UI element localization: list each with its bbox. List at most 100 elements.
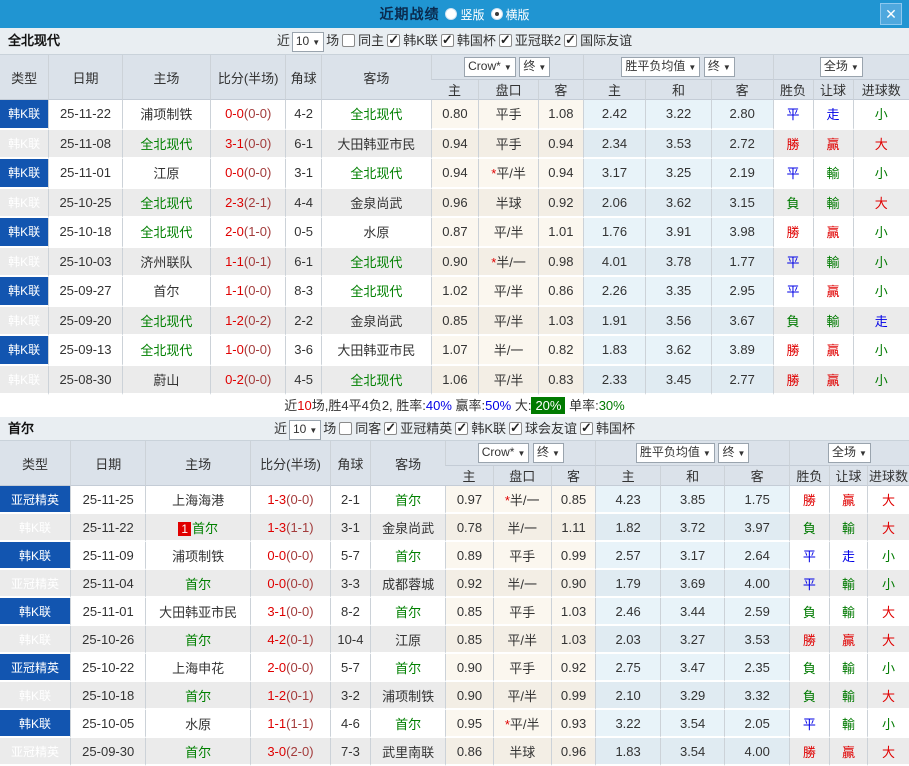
crow-subheader: 客 bbox=[538, 80, 583, 100]
fulltime-score: 1-0 bbox=[225, 342, 244, 358]
avg-home-odds-cell: 2.33 bbox=[582, 365, 646, 395]
bookmaker-select[interactable]: Crow* ▼ bbox=[464, 57, 516, 77]
away-team-cell: 江原 bbox=[369, 626, 446, 654]
score-cell: 0-0(0-0) bbox=[249, 542, 330, 570]
summary-segment: 赢率: bbox=[451, 398, 486, 413]
layout-horizontal-option[interactable]: 横版 bbox=[490, 6, 530, 23]
league-checkbox[interactable] bbox=[384, 420, 398, 436]
crow-home-odds-cell: 0.85 bbox=[430, 306, 479, 336]
league-checkbox[interactable] bbox=[440, 32, 454, 48]
league-type-cell: 韩K联 bbox=[0, 365, 49, 395]
league-checkbox[interactable] bbox=[455, 420, 469, 436]
bookmaker-select[interactable]: Crow* ▼ bbox=[477, 443, 530, 463]
league-label: 韩K联 bbox=[471, 421, 506, 436]
crow-subheader: 主 bbox=[445, 466, 493, 486]
same-venue-checkbox[interactable] bbox=[342, 34, 356, 47]
fulltime-select[interactable]: 全场 ▼ bbox=[827, 443, 871, 463]
filter-bar: 近 10 ▼ 场同客 亚冠精英 韩K联 球会友谊 韩国杯 bbox=[0, 417, 909, 440]
league-type-cell: 韩K联 bbox=[0, 682, 70, 710]
corners-cell: 7-3 bbox=[329, 738, 370, 766]
crow-away-odds-cell: 0.83 bbox=[538, 365, 583, 395]
handicap-cell: 平手 bbox=[492, 598, 551, 626]
odds-time-select-2[interactable]: 终 ▼ bbox=[703, 57, 735, 77]
date-cell: 25-09-30 bbox=[69, 738, 146, 766]
halftime-score: (0-1) bbox=[243, 253, 272, 269]
crow-away-odds-cell: 0.96 bbox=[550, 738, 596, 766]
avg-away-odds-cell: 3.53 bbox=[724, 626, 789, 654]
odds-time-select[interactable]: 终 ▼ bbox=[519, 57, 551, 77]
handicap-text: 半球 bbox=[509, 744, 536, 760]
handicap-cell: 平手 bbox=[492, 654, 551, 682]
crow-home-odds-cell: 0.85 bbox=[445, 598, 493, 626]
handicap-text: 半/一 bbox=[507, 520, 538, 536]
score-cell: 2-0(1-0) bbox=[209, 218, 286, 248]
sections-container: 全北现代近 10 ▼ 场同主 韩K联 韩国杯 亚冠联2 国际友谊 类型 日期 主场 比分(半场) 角球客… bbox=[0, 28, 909, 766]
vertical-layout-label: 竖版 bbox=[460, 7, 485, 22]
halftime-score: (0-0) bbox=[286, 603, 314, 619]
odds-time-select[interactable]: 终 ▼ bbox=[532, 443, 564, 463]
odds-time-select-2[interactable]: 终 ▼ bbox=[718, 443, 750, 463]
match-row: 亚冠精英 25-11-04 首尔 0-0(0-0) 3-3 成都蓉城 0.92 半/一 0.90… bbox=[0, 570, 909, 598]
league-type-cell: 韩K联 bbox=[0, 514, 70, 542]
wdl-average-select[interactable]: 胜平负均值 ▼ bbox=[621, 57, 701, 77]
games-count-select[interactable]: 10 ▼ bbox=[291, 32, 325, 52]
topbar: 近期战绩 竖版 横版 ✕ bbox=[0, 0, 909, 28]
crow-away-odds-cell: 1.03 bbox=[538, 306, 583, 336]
crow-away-odds-cell: 1.08 bbox=[538, 100, 583, 130]
handicap-cell: 平/半 bbox=[478, 306, 539, 336]
away-team-name: 江原 bbox=[395, 632, 422, 648]
halftime-score: (0-0) bbox=[243, 342, 272, 358]
home-team-cell: 首尔 bbox=[145, 570, 250, 598]
league-type-cell: 韩K联 bbox=[0, 626, 70, 654]
avg-draw-odds-cell: 3.35 bbox=[645, 277, 711, 307]
home-team-name: 蔚山 bbox=[153, 372, 180, 388]
result-wdl-cell: 勝 bbox=[788, 738, 829, 766]
date-cell: 25-10-18 bbox=[69, 682, 146, 710]
wdl-average-select[interactable]: 胜平负均值 ▼ bbox=[635, 443, 715, 463]
layout-vertical-option[interactable]: 竖版 bbox=[445, 6, 485, 23]
handicap-cell: 平/半 bbox=[492, 682, 551, 710]
fulltime-select[interactable]: 全场 ▼ bbox=[819, 57, 863, 77]
fulltime-select-label: 全场 bbox=[823, 59, 848, 73]
avg-away-odds-cell: 3.97 bbox=[724, 514, 789, 542]
horizontal-layout-radio[interactable] bbox=[490, 8, 503, 20]
same-venue-checkbox[interactable] bbox=[339, 422, 353, 435]
crow-subheader: 客 bbox=[550, 466, 596, 486]
vertical-layout-radio[interactable] bbox=[445, 8, 458, 20]
away-team-cell: 浦项制铁 bbox=[369, 682, 446, 710]
handicap-cell: *平/半 bbox=[492, 710, 551, 738]
horizontal-layout-label: 横版 bbox=[505, 7, 530, 22]
crow-home-odds-cell: 0.86 bbox=[445, 738, 493, 766]
result-wdl-cell: 勝 bbox=[772, 365, 813, 395]
handicap-text: 平手 bbox=[509, 604, 536, 620]
date-cell: 25-11-22 bbox=[48, 100, 122, 130]
league-type-cell: 韩K联 bbox=[0, 277, 49, 307]
result-wdl-cell: 負 bbox=[788, 682, 829, 710]
away-team-name: 首尔 bbox=[395, 660, 422, 676]
avg-away-odds-cell: 2.80 bbox=[710, 100, 773, 130]
league-checkbox[interactable] bbox=[387, 32, 401, 48]
league-checkbox[interactable] bbox=[508, 420, 522, 436]
summary-segment: 近 bbox=[284, 398, 298, 413]
away-team-cell: 全北现代 bbox=[320, 159, 431, 189]
match-row: 韩K联 25-08-30 蔚山 0-2(0-0) 4-5 全北现代 1.06 平/半 0.83 2… bbox=[0, 365, 909, 395]
crow-home-odds-cell: 0.97 bbox=[445, 486, 493, 514]
date-cell: 25-10-03 bbox=[48, 247, 122, 277]
avg-away-odds-cell: 1.75 bbox=[724, 486, 789, 514]
result-goals-cell: 大 bbox=[867, 486, 909, 514]
avg-draw-odds-cell: 3.45 bbox=[645, 365, 711, 395]
games-count-select[interactable]: 10 ▼ bbox=[288, 420, 322, 440]
result-subheader: 进球数 bbox=[852, 80, 909, 100]
crow-away-odds-cell: 1.03 bbox=[550, 598, 596, 626]
league-checkbox[interactable] bbox=[564, 32, 578, 48]
league-checkbox[interactable] bbox=[498, 32, 512, 48]
league-checkbox[interactable] bbox=[580, 420, 593, 436]
avg-home-odds-cell: 1.76 bbox=[582, 218, 646, 248]
fulltime-score: 2-0 bbox=[267, 659, 287, 675]
close-icon[interactable]: ✕ bbox=[880, 3, 902, 25]
avg-home-odds-cell: 2.75 bbox=[595, 654, 660, 682]
league-label: 韩国杯 bbox=[456, 33, 496, 48]
home-team-cell: 首尔 bbox=[121, 277, 210, 307]
odds-time-select-2-label: 终 bbox=[707, 59, 720, 73]
result-handicap-cell: 輸 bbox=[828, 570, 868, 598]
